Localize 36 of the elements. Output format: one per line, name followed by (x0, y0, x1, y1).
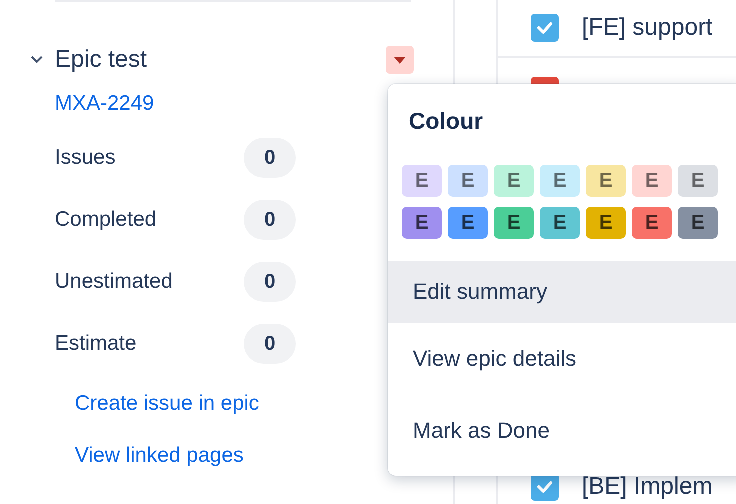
colour-swatch[interactable]: E (402, 165, 442, 197)
menu-item[interactable]: Edit summary (388, 261, 736, 323)
menu-heading: Colour (409, 108, 484, 135)
menu-item[interactable]: View epic details (388, 323, 736, 395)
colour-swatch[interactable]: E (586, 207, 626, 239)
caret-icon (394, 56, 406, 64)
count-badge: 0 (244, 138, 296, 178)
colour-swatch[interactable]: E (586, 165, 626, 197)
epic-title: Epic test (55, 46, 148, 74)
colour-swatch[interactable]: E (494, 165, 534, 197)
action-link[interactable]: Create issue in epic (75, 392, 260, 416)
colour-swatch[interactable]: E (402, 207, 442, 239)
colour-swatch[interactable]: E (494, 207, 534, 239)
colour-swatch[interactable]: E (678, 207, 718, 239)
colour-swatch[interactable]: E (448, 165, 488, 197)
action-link[interactable]: View linked pages (75, 444, 244, 468)
count-badge: 0 (244, 324, 296, 364)
stat-label: Unestimated (55, 270, 174, 294)
issue-title[interactable]: [BE] Implem (582, 473, 713, 501)
count-badge: 0 (244, 262, 296, 302)
menu-item[interactable]: Mark as Done (388, 395, 736, 467)
issue-title[interactable]: [FE] support (582, 14, 713, 42)
dropdown-button[interactable] (386, 46, 414, 74)
epic-key-link[interactable]: MXA-2249 (55, 92, 154, 116)
checkbox-icon (531, 14, 559, 42)
count-badge: 0 (244, 200, 296, 240)
colour-swatch[interactable]: E (678, 165, 718, 197)
stat-label: Completed (55, 208, 158, 232)
colour-swatch[interactable]: E (540, 165, 580, 197)
colour-swatch[interactable]: E (632, 165, 672, 197)
colour-swatch[interactable]: E (632, 207, 672, 239)
colour-swatch[interactable]: E (540, 207, 580, 239)
colour-swatch[interactable]: E (448, 207, 488, 239)
stat-label: Issues (55, 146, 117, 170)
chevron-down-icon[interactable] (30, 55, 44, 65)
stat-label: Estimate (55, 332, 138, 356)
